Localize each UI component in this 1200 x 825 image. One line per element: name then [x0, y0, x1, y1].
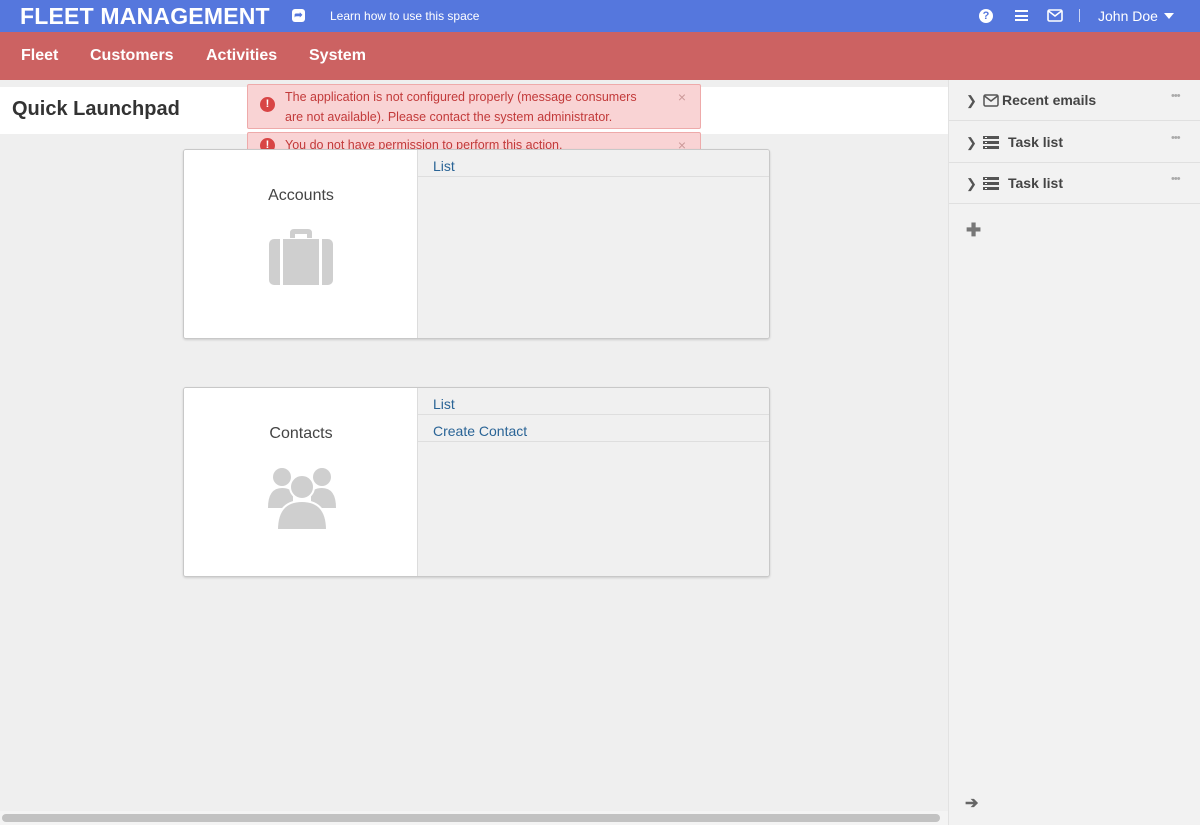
alert-close-button[interactable]: × [678, 87, 686, 107]
nav-item-fleet[interactable]: Fleet [21, 47, 58, 65]
main-nav: Fleet Customers Activities System [0, 32, 1200, 80]
chevron-right-icon[interactable]: ❯ [966, 176, 977, 192]
nav-item-customers[interactable]: Customers [90, 47, 174, 65]
top-header: FLEET MANAGEMENT ➦ Learn how to use this… [0, 0, 1200, 32]
widget-recent-emails[interactable]: ❯ Recent emails ••• [949, 80, 1200, 121]
more-icon[interactable]: ••• [1171, 90, 1181, 102]
card-title: Contacts [269, 425, 333, 442]
card-title: Accounts [268, 187, 334, 204]
more-icon[interactable]: ••• [1171, 132, 1181, 144]
card-header[interactable]: Accounts [184, 150, 418, 338]
brand-title[interactable]: FLEET MANAGEMENT [20, 3, 270, 30]
envelope-icon [983, 94, 999, 112]
nav-item-system[interactable]: System [309, 47, 366, 65]
right-sidebar: ❯ Recent emails ••• ❯ Task list ••• ❯ Ta… [948, 80, 1200, 825]
arrow-right-icon[interactable]: ➔ [965, 793, 978, 813]
accounts-list-link[interactable]: List [418, 150, 769, 177]
chevron-right-icon[interactable]: ❯ [966, 135, 977, 151]
alert-message: The application is not configured proper… [285, 90, 637, 124]
nav-item-activities[interactable]: Activities [206, 47, 277, 65]
chevron-right-icon[interactable]: ❯ [966, 93, 977, 109]
header-divider [1079, 9, 1080, 22]
more-icon[interactable]: ••• [1171, 173, 1181, 185]
tasks-icon [983, 177, 999, 195]
widget-title: Task list [1008, 175, 1063, 191]
card-header[interactable]: Contacts [184, 388, 418, 576]
user-name: John Doe [1098, 8, 1158, 24]
card-links: List [418, 150, 769, 338]
learn-link[interactable]: Learn how to use this space [330, 9, 479, 23]
user-menu[interactable]: John Doe [1098, 8, 1174, 24]
caret-down-icon [1163, 13, 1174, 19]
exclamation-icon: ! [260, 97, 275, 112]
widget-task-list[interactable]: ❯ Task list ••• [949, 163, 1200, 204]
tasks-icon [983, 136, 999, 154]
widget-title: Recent emails [1002, 92, 1097, 108]
card-links: List Create Contact [418, 388, 769, 576]
share-icon[interactable]: ➦ [292, 9, 305, 22]
users-icon [267, 466, 337, 537]
create-contact-link[interactable]: Create Contact [418, 415, 769, 442]
horizontal-scrollbar[interactable] [0, 811, 948, 825]
help-icon[interactable]: ? [979, 9, 993, 23]
widget-title: Task list [1008, 134, 1063, 150]
add-widget-icon[interactable]: ✚ [966, 220, 981, 241]
alert-config-error: ! The application is not configured prop… [247, 84, 701, 129]
scrollbar-thumb[interactable] [2, 814, 940, 822]
mail-icon[interactable] [1047, 9, 1063, 27]
launchpad-card-accounts: Accounts List [183, 149, 770, 339]
contacts-list-link[interactable]: List [418, 388, 769, 415]
menu-icon[interactable] [1015, 10, 1028, 21]
page-title: Quick Launchpad [12, 98, 180, 120]
widget-task-list[interactable]: ❯ Task list ••• [949, 122, 1200, 163]
launchpad-card-contacts: Contacts List Create Contact [183, 387, 770, 577]
briefcase-icon [267, 228, 335, 291]
